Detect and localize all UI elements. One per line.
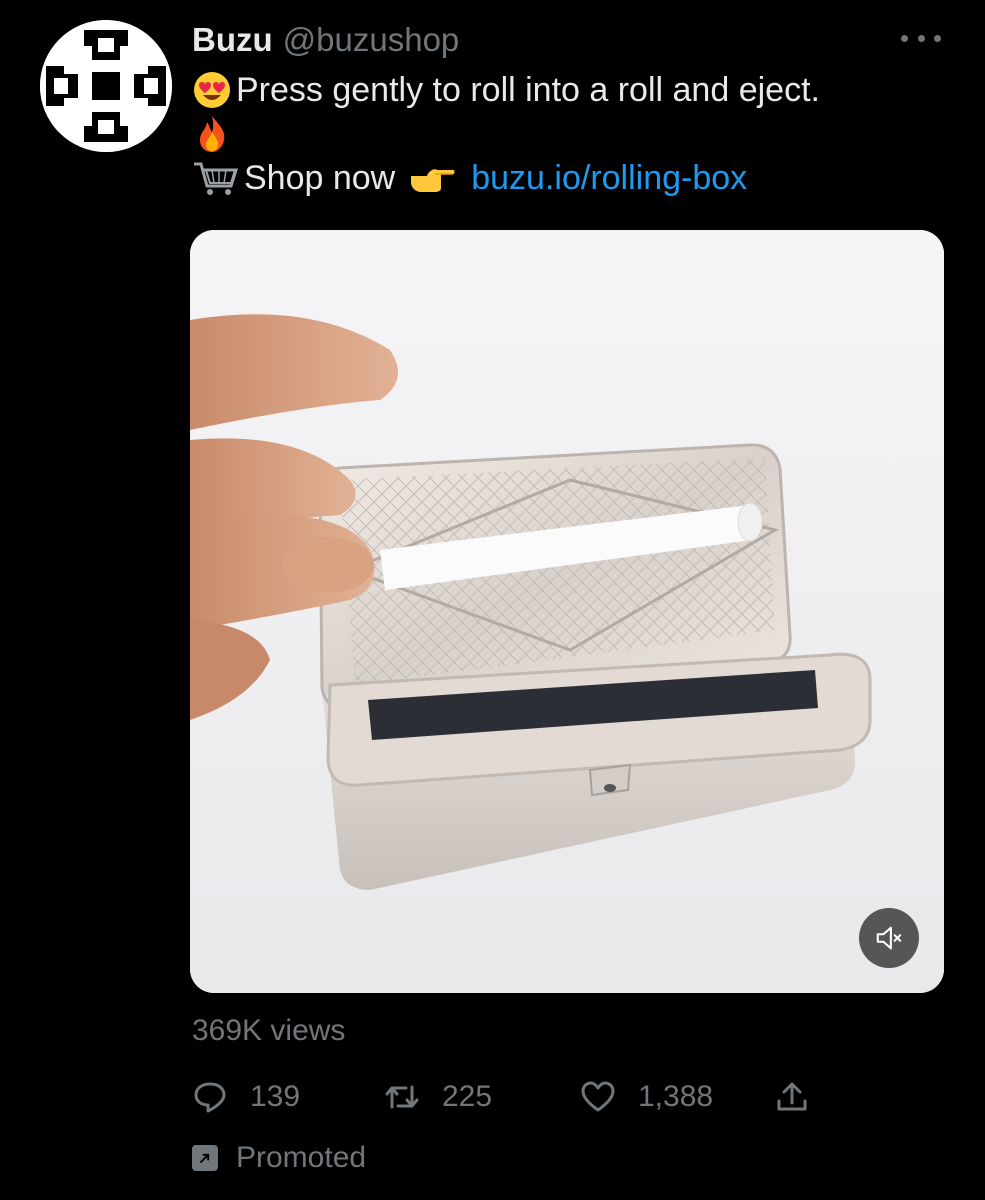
heart-eyes-emoji-icon bbox=[192, 70, 232, 110]
share-button[interactable] bbox=[774, 1072, 832, 1122]
avatar[interactable] bbox=[40, 20, 172, 152]
reply-icon bbox=[194, 1082, 226, 1113]
heart-icon bbox=[581, 1081, 615, 1112]
speaker-muted-icon bbox=[876, 926, 902, 950]
video-player[interactable] bbox=[190, 230, 944, 993]
like-button[interactable]: 1,388 bbox=[580, 1072, 713, 1122]
author-handle[interactable]: @buzushop bbox=[283, 21, 460, 59]
more-options-icon[interactable] bbox=[901, 28, 941, 48]
mute-button[interactable] bbox=[859, 908, 919, 968]
retweet-count: 225 bbox=[442, 1080, 493, 1113]
tweet-actions: 139 225 1,388 bbox=[192, 1072, 832, 1122]
view-count: 369K views bbox=[192, 1014, 346, 1047]
reply-count: 139 bbox=[250, 1080, 301, 1113]
promoted-label: Promoted bbox=[192, 1140, 366, 1176]
share-icon bbox=[777, 1082, 807, 1111]
shop-link[interactable]: buzu.io/rolling-box bbox=[471, 154, 747, 202]
tweet-line-1-text: Press gently to roll into a roll and eje… bbox=[236, 71, 820, 109]
promoted-icon bbox=[192, 1145, 218, 1171]
like-count: 1,388 bbox=[638, 1080, 714, 1113]
tweet-header: Buzu @buzushop bbox=[192, 18, 945, 62]
author-name[interactable]: Buzu bbox=[192, 21, 273, 59]
tweet-line-3: Shop now buzu.io/rolling-box bbox=[192, 154, 952, 202]
promoted-text: Promoted bbox=[236, 1141, 367, 1174]
reply-button[interactable]: 139 bbox=[192, 1072, 300, 1122]
shop-now-text: Shop now bbox=[244, 159, 396, 197]
buzu-logo-icon bbox=[40, 20, 172, 152]
tweet-text: Press gently to roll into a roll and eje… bbox=[192, 66, 952, 202]
retweet-button[interactable]: 225 bbox=[384, 1072, 492, 1122]
video-frame bbox=[190, 230, 944, 993]
fire-emoji-icon bbox=[192, 114, 232, 154]
tweet-line-2 bbox=[192, 114, 952, 154]
pointing-right-emoji-icon bbox=[407, 158, 455, 198]
tweet-line-1: Press gently to roll into a roll and eje… bbox=[192, 66, 952, 114]
shopping-cart-emoji-icon bbox=[192, 158, 240, 198]
retweet-icon bbox=[385, 1085, 419, 1109]
